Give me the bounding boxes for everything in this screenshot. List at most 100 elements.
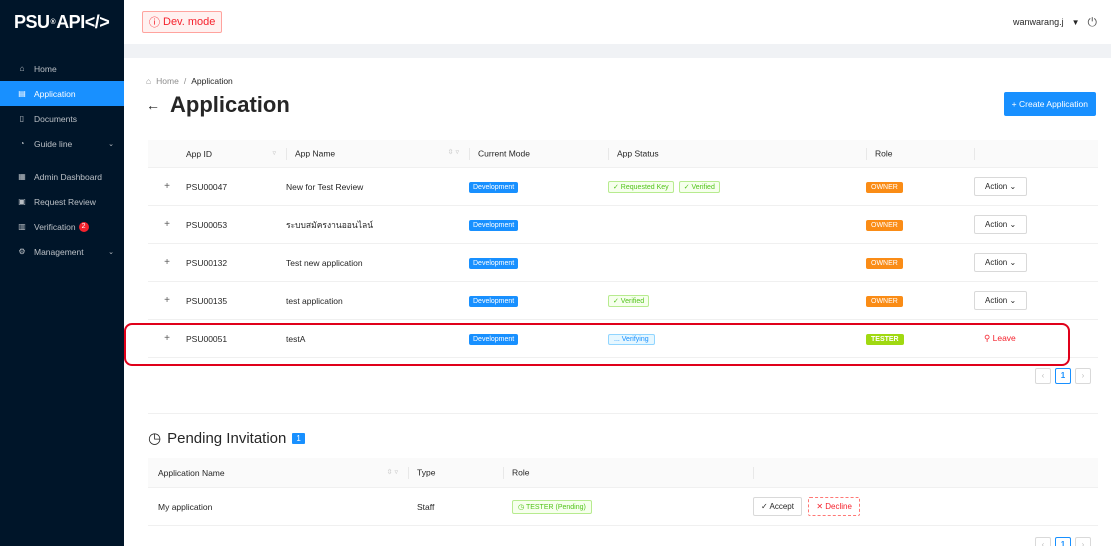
pending-row: My application Staff ◷ TESTER (Pending) … — [148, 488, 1098, 526]
action-dropdown[interactable]: Action ⌄ — [974, 253, 1028, 272]
sidebar-item-management[interactable]: ⚙ Management ⌄ — [0, 239, 124, 264]
col-current-mode: Current Mode — [478, 147, 530, 158]
app-id: PSU00135 — [186, 295, 228, 306]
logout-icon[interactable]: ⏻ — [1088, 15, 1098, 30]
sidebar-menu: ⌂ Home ▤ Application ▯ Documents ◔ Guide lin… — [0, 56, 124, 264]
pending-type: Staff — [417, 501, 435, 512]
action-dropdown[interactable]: Action ⌄ — [974, 215, 1028, 234]
breadcrumb: ⌂ Home / Application — [146, 76, 233, 86]
app-name: ระบบสมัครงานออนไลน์ — [286, 219, 374, 230]
prev-page-button[interactable]: ‹ — [1035, 368, 1051, 384]
logo-suffix: API</> — [56, 11, 110, 32]
page-number[interactable]: 1 — [1055, 368, 1071, 384]
pagination: ‹ 1 › — [1035, 368, 1091, 384]
role-tag: OWNER — [866, 181, 903, 193]
pending-pagination: ‹ 1 › — [1035, 537, 1091, 546]
table-row: + PSU00132 Test new application Developm… — [148, 244, 1098, 282]
verification-icon: ▥ — [18, 222, 26, 231]
top-header: ⓘ Dev. mode wanwarang.j ▼ ⏻ — [124, 0, 1111, 44]
pending-app-name: My application — [158, 501, 213, 512]
next-page-button[interactable]: › — [1075, 537, 1091, 546]
app-name: Test new application — [286, 257, 363, 268]
col-app-id: App ID — [186, 148, 212, 159]
accept-button[interactable]: ✓ Accept — [753, 497, 802, 516]
info-icon: ⓘ — [149, 17, 160, 29]
role-tag: OWNER — [866, 257, 903, 269]
status-tag: ✓ Verified — [678, 180, 720, 193]
action-dropdown[interactable]: Action ⌄ — [974, 177, 1028, 196]
caret-down-icon[interactable]: ▼ — [1072, 18, 1080, 27]
sort-filter-icon[interactable]: ⇳ ▿ — [448, 148, 459, 156]
pending-invitation-title: ◷ Pending Invitation 1 — [148, 429, 305, 447]
next-page-button[interactable]: › — [1075, 368, 1091, 384]
clock-icon: ◷ — [148, 430, 162, 447]
role-tag: OWNER — [866, 219, 903, 231]
pending-table: Application Name ⇳ ▿ Type Role My applica… — [148, 458, 1098, 526]
document-icon: ▯ — [19, 114, 25, 123]
mode-tag: Development — [469, 219, 519, 231]
sidebar: PSU ® API</> ⌂ Home ▤ Application ▯ Documents… — [0, 0, 124, 546]
sidebar-item-home[interactable]: ⌂ Home — [0, 56, 124, 81]
col-app-status: App Status — [617, 147, 659, 158]
dashboard-icon: ▦ — [18, 172, 26, 181]
mode-tag: Development — [469, 295, 519, 307]
sidebar-item-admin-dashboard[interactable]: ▦ Admin Dashboard — [0, 164, 124, 189]
home-icon: ⌂ — [19, 64, 25, 73]
main-content: ⌂ Home / Application ← Application + Cre… — [124, 44, 1111, 546]
page-title: ← Application — [146, 92, 290, 117]
app-id: PSU00132 — [186, 257, 228, 268]
col-app-name: App Name — [295, 147, 336, 158]
mode-tag: Development — [469, 181, 519, 193]
action-dropdown[interactable]: Action ⌄ — [974, 291, 1028, 310]
col-role: Role — [875, 147, 893, 158]
logo[interactable]: PSU ® API</> — [0, 0, 124, 44]
home-icon: ⌂ — [146, 76, 152, 86]
table-header: App ID ▿ App Name ⇳ ▿ Current Mode App Sta… — [148, 140, 1098, 168]
verification-badge: 2 — [78, 221, 89, 232]
chevron-down-icon: ⌄ — [108, 248, 114, 256]
app-id: PSU00047 — [186, 181, 228, 192]
sidebar-item-verification[interactable]: ▥ Verification 2 — [0, 214, 124, 239]
prev-page-button[interactable]: ‹ — [1035, 537, 1051, 546]
settings-icon: ⚙ — [18, 247, 26, 256]
clock-icon: ◷ — [518, 503, 525, 511]
status-tag: ✓ Verified — [608, 294, 650, 307]
create-application-button[interactable]: + Create Application — [1003, 92, 1096, 116]
sidebar-item-request-review[interactable]: ▣ Request Review — [0, 189, 124, 214]
pending-count-badge: 1 — [292, 432, 305, 444]
sidebar-item-application[interactable]: ▤ Application — [0, 81, 124, 106]
chevron-down-icon: ⌄ — [1009, 220, 1017, 229]
chevron-down-icon: ⌄ — [1009, 296, 1017, 305]
app-id: PSU00053 — [186, 219, 228, 230]
app-icon: ▤ — [18, 89, 26, 98]
pending-role-tag: ◷ TESTER (Pending) — [512, 499, 592, 514]
expand-icon[interactable]: + — [148, 295, 186, 306]
chevron-down-icon: ⌄ — [1009, 182, 1017, 191]
app-name: test application — [286, 295, 343, 306]
chevron-down-icon: ⌄ — [1009, 258, 1017, 267]
expand-icon[interactable]: + — [148, 257, 186, 268]
back-arrow-icon[interactable]: ← — [146, 97, 160, 113]
logo-prefix: PSU — [14, 11, 50, 32]
guide-icon: ◔ — [19, 139, 25, 148]
expand-icon[interactable]: + — [148, 219, 186, 230]
filter-icon[interactable]: ▿ — [272, 149, 276, 157]
chevron-down-icon: ⌄ — [108, 140, 114, 148]
table-row: + PSU00047 New for Test Review Developme… — [148, 168, 1098, 206]
user-menu[interactable]: wanwarang.j ▼ ⏻ — [1013, 15, 1097, 30]
username: wanwarang.j — [1013, 17, 1064, 27]
page-number[interactable]: 1 — [1055, 537, 1071, 546]
sort-filter-icon[interactable]: ⇳ ▿ — [387, 468, 398, 476]
sidebar-item-guide-line[interactable]: ◔ Guide line ⌄ — [0, 131, 124, 156]
expand-icon[interactable]: + — [148, 181, 186, 192]
decline-button[interactable]: ✕ Decline — [808, 497, 860, 516]
status-tag: ✓ Requested Key — [608, 180, 674, 193]
app-name: New for Test Review — [286, 181, 364, 192]
highlight-outline — [124, 323, 1070, 366]
breadcrumb-home[interactable]: Home — [156, 76, 179, 86]
close-icon: ✕ — [816, 502, 824, 511]
check-icon: ✓ — [761, 502, 768, 511]
dev-mode-badge: ⓘ Dev. mode — [142, 11, 223, 33]
breadcrumb-current: Application — [191, 76, 233, 86]
sidebar-item-documents[interactable]: ▯ Documents — [0, 106, 124, 131]
